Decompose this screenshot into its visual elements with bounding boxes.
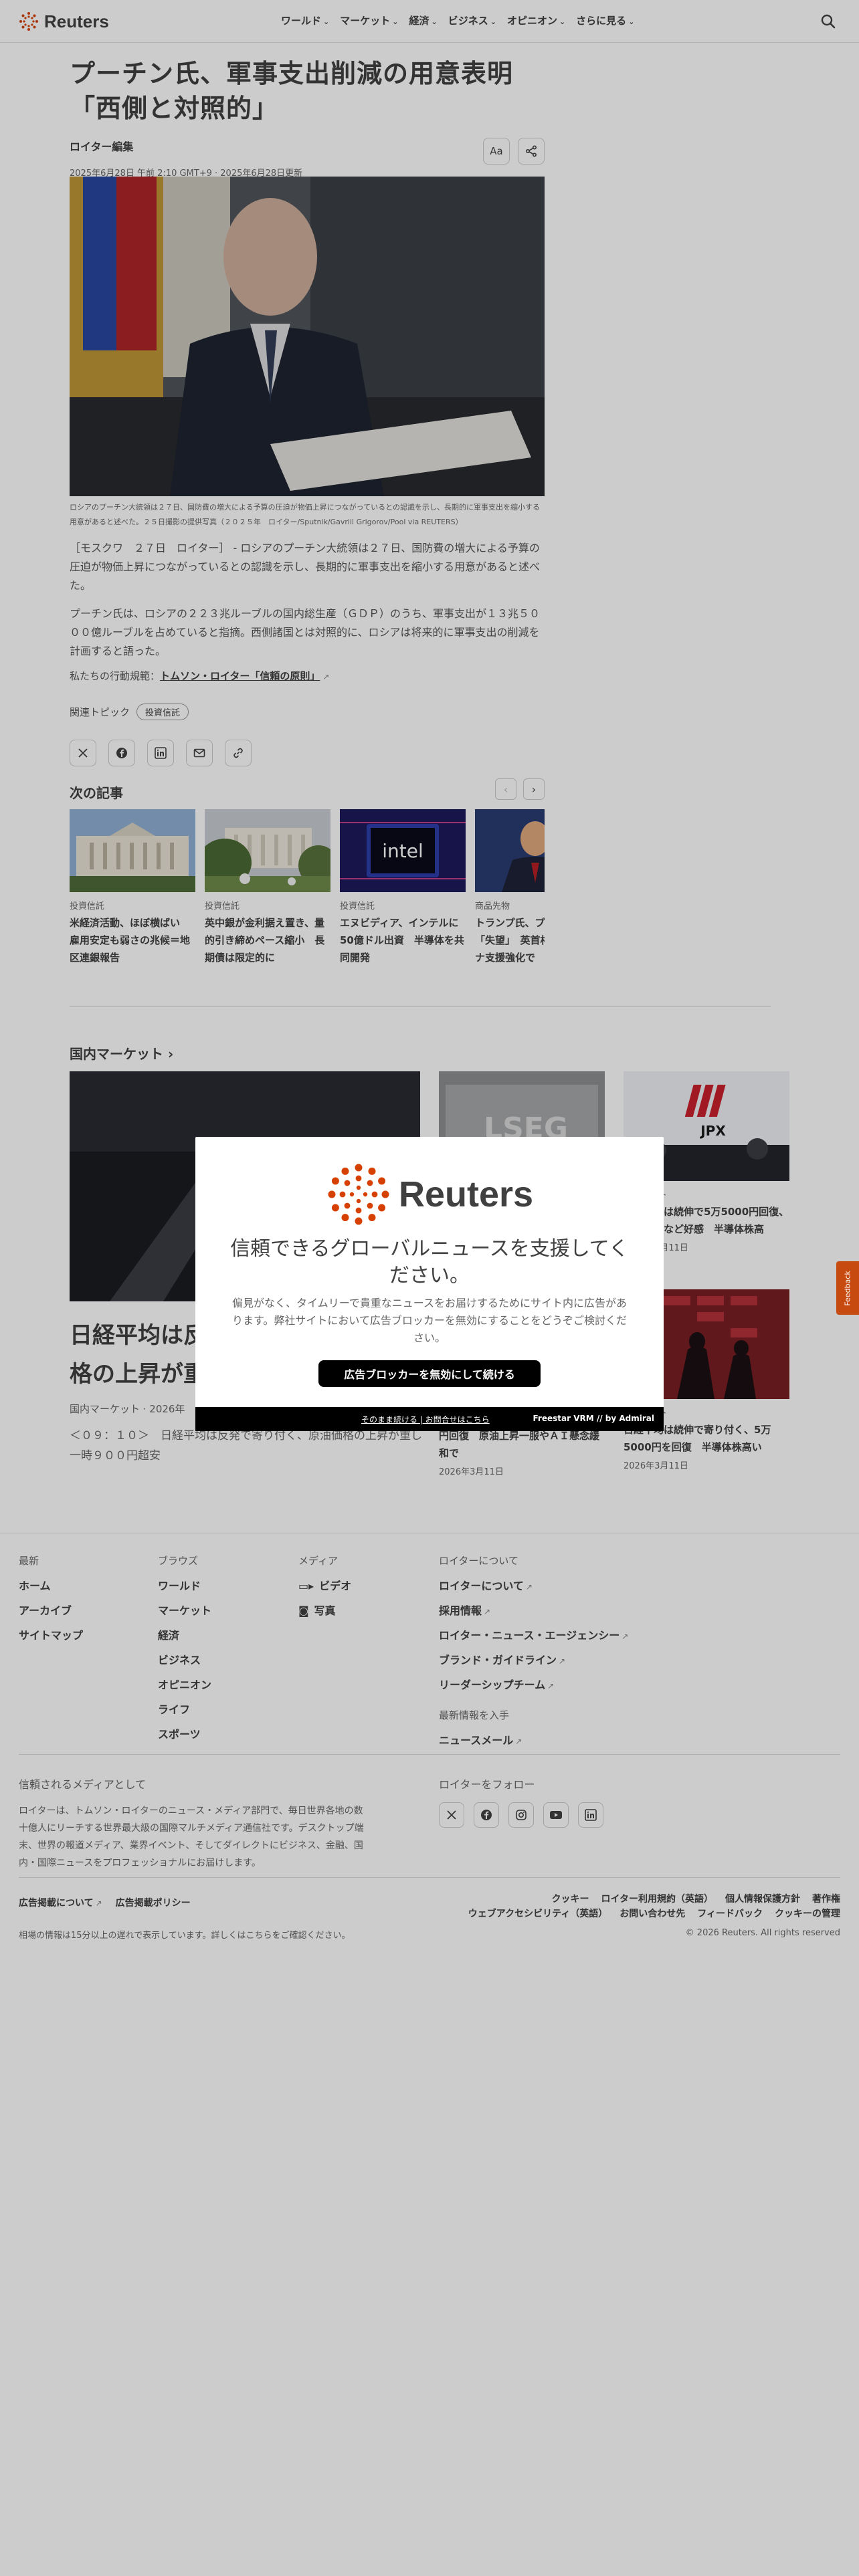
modal-footer-bar: そのまま続ける | お問合せはこちら Freestar VRM // by Ad… (195, 1407, 664, 1431)
freestar-brand: Freestar VRM // by Admiral (533, 1414, 655, 1423)
feedback-tab[interactable]: Feedback (836, 1261, 859, 1315)
adblock-modal: Reuters 信頼できるグローバルニュースを支援してください。 偏見がなく、タ… (195, 1137, 664, 1431)
modal-logo-text: Reuters (399, 1174, 534, 1214)
continue-contact-links[interactable]: そのまま続ける | お問合せはこちら (361, 1414, 490, 1425)
modal-heading: 信頼できるグローバルニュースを支援してください。 (230, 1237, 629, 1287)
reuters-logo-icon (328, 1164, 389, 1225)
modal-reuters-logo: Reuters (328, 1164, 533, 1225)
disable-adblock-button[interactable]: 広告ブロッカーを無効にして続ける (318, 1360, 541, 1387)
modal-subtext: 偏見がなく、タイムリーで貴重なニュースをお届けするためにサイト内に広告があります… (231, 1297, 628, 1344)
feedback-label: Feedback (843, 1270, 852, 1306)
